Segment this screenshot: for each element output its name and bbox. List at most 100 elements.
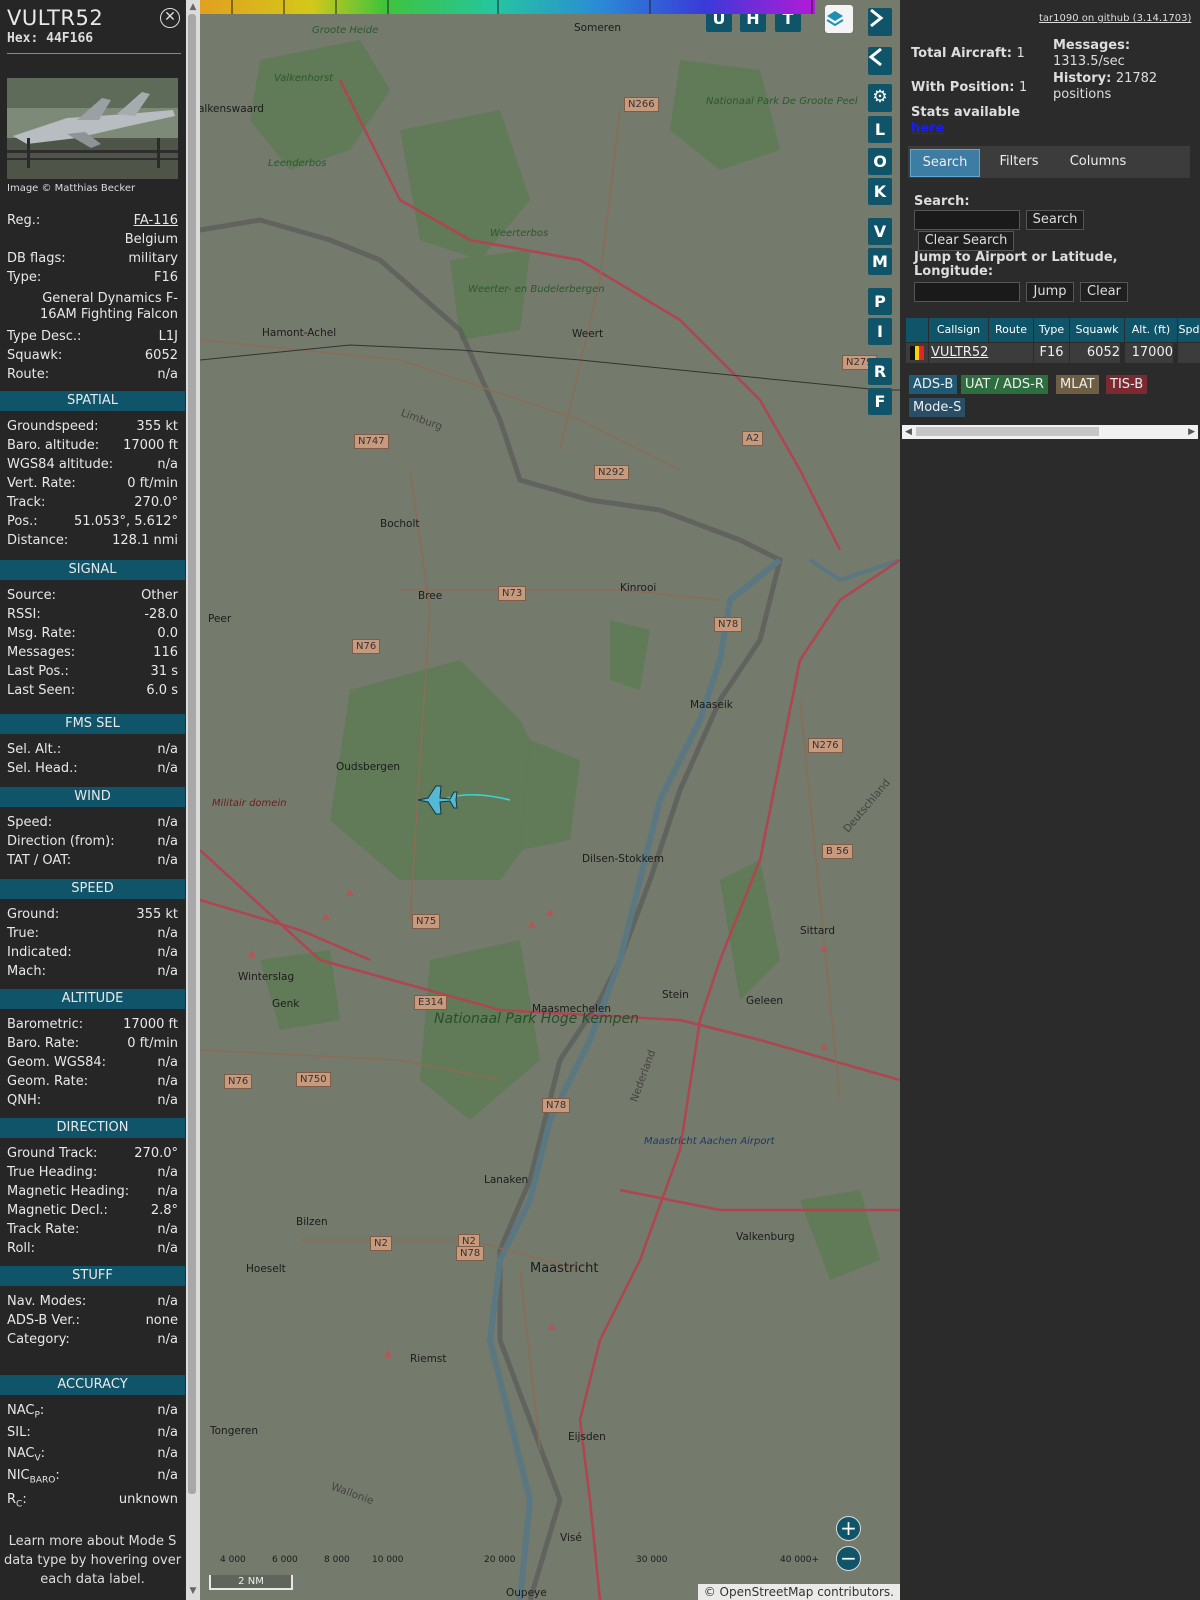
layers-icon[interactable] (825, 5, 853, 33)
stuff-row: Nav. Modes: n/a (7, 1294, 178, 1312)
wind-row: Speed: n/a (7, 815, 178, 833)
signal-label: Msg. Rate: (7, 626, 76, 641)
nacv-row: NACV: n/a (7, 1446, 178, 1464)
scroll-right-icon[interactable]: ▶ (1188, 425, 1195, 439)
scroll-up-icon[interactable]: ▲ (188, 2, 198, 12)
toggle-r-button[interactable]: R (868, 358, 892, 385)
direction-label: Magnetic Heading: (7, 1184, 130, 1199)
col-header-route[interactable]: Route (989, 318, 1033, 342)
spatial-label: Groundspeed: (7, 419, 99, 434)
col-header-type[interactable]: Type (1034, 318, 1069, 342)
speed-label: True: (7, 926, 39, 941)
github-link[interactable]: tar1090 on github (3.14.1703) (1039, 13, 1191, 24)
road-tag: N73 (498, 586, 527, 601)
spatial-label: Pos.: (7, 514, 38, 529)
search-input[interactable] (914, 210, 1020, 230)
tab-search[interactable]: Search (910, 149, 980, 177)
altitude-label: QNH: (7, 1093, 42, 1108)
nicbaro-value: n/a (157, 1468, 178, 1483)
toggle-v-button[interactable]: V (868, 218, 892, 245)
map-label: Valkenhorst (274, 73, 334, 84)
image-caption: Image © Matthias Becker (7, 183, 136, 194)
map-label: Peer (208, 613, 232, 625)
zoom-in-button[interactable]: + (836, 1516, 861, 1541)
close-icon[interactable]: ✕ (160, 8, 180, 28)
squawk-value: 6052 (144, 348, 178, 363)
clear-button[interactable]: Clear (1080, 282, 1128, 302)
scroll-thumb[interactable] (188, 14, 196, 1494)
map-label: Groote Heide (312, 25, 379, 36)
info-panel-scrollbar[interactable]: ▲ ▼ (186, 0, 200, 1600)
col-header-flag[interactable] (906, 318, 928, 342)
col-header-squawk[interactable]: Squawk (1070, 318, 1124, 342)
spatial-row: Track: 270.0° (7, 495, 178, 513)
scroll-left-icon[interactable]: ◀ (905, 425, 912, 439)
zoom-out-button[interactable]: − (836, 1546, 861, 1571)
map-attribution[interactable]: © OpenStreetMap contributors. (697, 1584, 900, 1600)
map-label: Bilzen (296, 1216, 328, 1228)
map[interactable]: Someren alkenswaard Valkenhorst Groote H… (200, 0, 900, 1600)
tab-filters[interactable]: Filters (986, 149, 1052, 175)
toggle-i-button[interactable]: I (868, 318, 892, 345)
squawk-row: Squawk: 6052 (7, 348, 178, 366)
aircraft-photo[interactable] (7, 78, 178, 179)
chevron-right-icon[interactable] (868, 8, 892, 36)
aircraft-info-panel: VULTR52 Hex: 44F166 ✕ Image © Matthias B… (0, 0, 185, 1600)
wind-value: n/a (157, 853, 178, 868)
speed-row: Ground: 355 kt (7, 907, 178, 925)
clear-search-button[interactable]: Clear Search (918, 231, 1014, 251)
direction-value: n/a (157, 1165, 178, 1180)
direction-label: True Heading: (7, 1165, 98, 1180)
type-label: Type: (7, 270, 42, 285)
row-type: F16 (1034, 343, 1069, 363)
tab-columns[interactable]: Columns (1058, 149, 1138, 175)
scroll-thumb[interactable] (916, 427, 1099, 436)
rc-row: RC: unknown (7, 1492, 178, 1510)
legend-modes: Mode-S (909, 398, 966, 417)
col-header-altitude[interactable]: Alt. (ft) (1125, 318, 1177, 342)
toggle-m-button[interactable]: M (868, 248, 892, 275)
table-hscrollbar[interactable]: ◀ ▶ (902, 425, 1198, 439)
toggle-p-button[interactable]: P (868, 288, 892, 315)
direction-row: Ground Track: 270.0° (7, 1146, 178, 1164)
reg-label: Reg.: (7, 213, 41, 228)
toggle-f-button[interactable]: F (868, 388, 892, 415)
spatial-row: Distance: 128.1 nmi (7, 533, 178, 551)
toggle-o-button[interactable]: O (868, 148, 892, 175)
road-tag: E314 (414, 995, 448, 1010)
signal-label: Last Seen: (7, 683, 76, 698)
map-label: Someren (574, 22, 621, 34)
map-label: Stein (662, 989, 689, 1001)
route-label: Route: (7, 367, 50, 382)
road-tag: N76 (224, 1074, 253, 1089)
wind-row: Direction (from): n/a (7, 834, 178, 852)
flag-belgium-icon (906, 343, 928, 363)
map-label: Oudsbergen (336, 761, 401, 773)
jump-input[interactable] (914, 282, 1020, 302)
fms-label: Sel. Head.: (7, 761, 78, 776)
col-header-speed[interactable]: Spd (1178, 318, 1200, 342)
section-direction: DIRECTION (0, 1118, 185, 1138)
jump-button[interactable]: Jump (1026, 282, 1074, 302)
spatial-value: 17000 ft (123, 438, 178, 453)
sil-label: SIL: (7, 1425, 31, 1440)
scroll-down-icon[interactable]: ▼ (188, 1586, 198, 1596)
toggle-k-button[interactable]: K (868, 178, 892, 205)
stuff-label: Nav. Modes: (7, 1294, 87, 1309)
search-button[interactable]: Search (1026, 210, 1084, 230)
chevron-left-icon[interactable] (868, 47, 892, 75)
hex-value: 44F166 (46, 31, 94, 46)
speed-row: True: n/a (7, 926, 178, 944)
signal-row: Last Pos.: 31 s (7, 664, 178, 682)
col-header-callsign[interactable]: Callsign (929, 318, 988, 342)
toggle-l-button[interactable]: L (868, 116, 892, 143)
road-tag: N78 (714, 617, 743, 632)
reg-link[interactable]: FA-116 (134, 213, 178, 228)
altitude-label: Geom. Rate: (7, 1074, 89, 1089)
row-callsign[interactable]: VULTR52 (929, 343, 990, 363)
dbflags-value: military (128, 251, 178, 266)
hex-label: Hex: (7, 31, 39, 46)
direction-value: 2.8° (150, 1203, 178, 1218)
gear-icon[interactable]: ⚙ (868, 84, 892, 112)
stats-link[interactable]: here (911, 121, 944, 137)
